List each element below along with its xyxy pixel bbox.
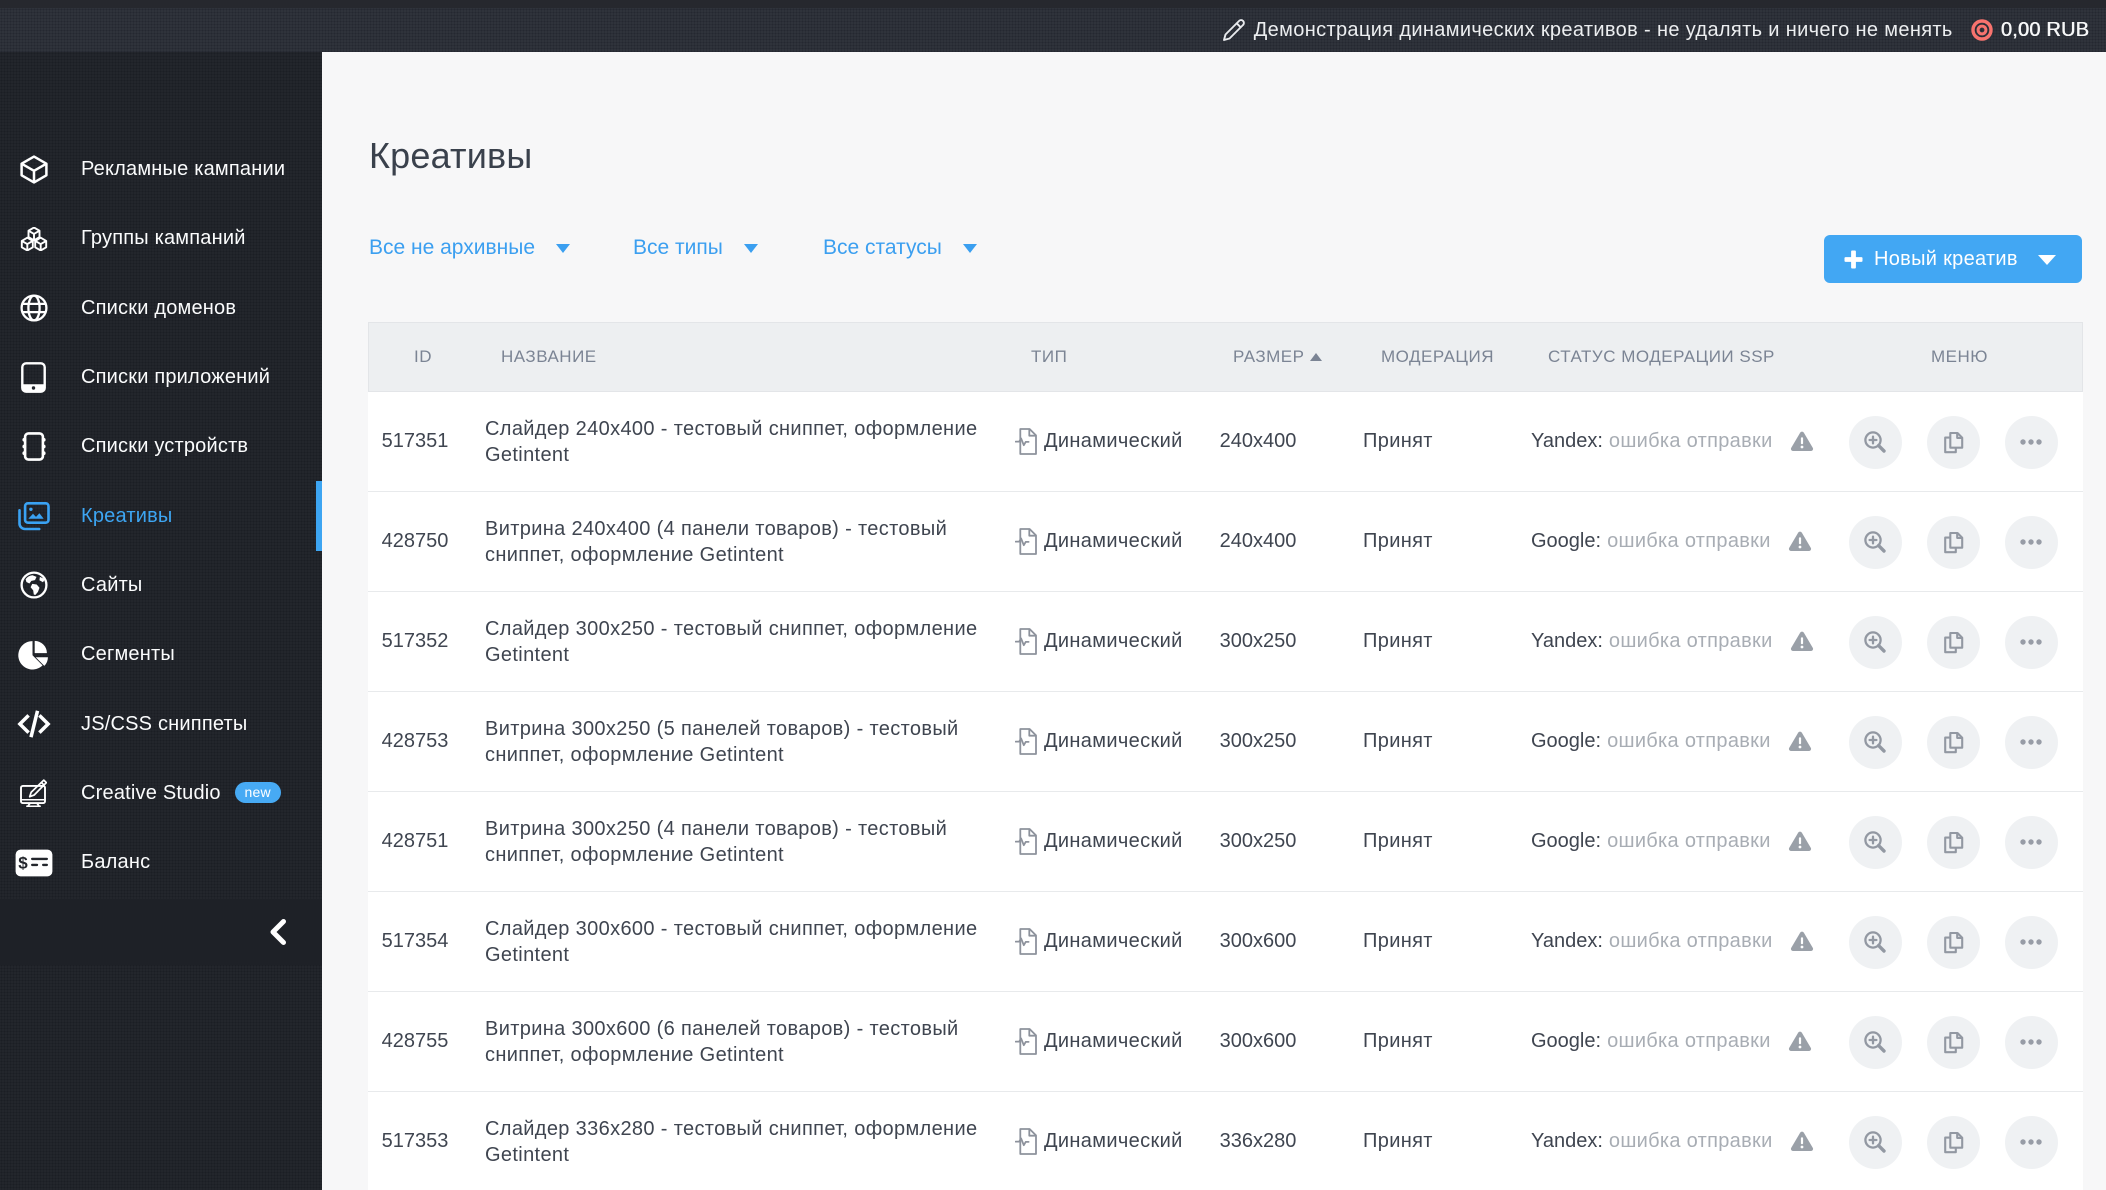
- svg-text:$: $: [18, 853, 28, 872]
